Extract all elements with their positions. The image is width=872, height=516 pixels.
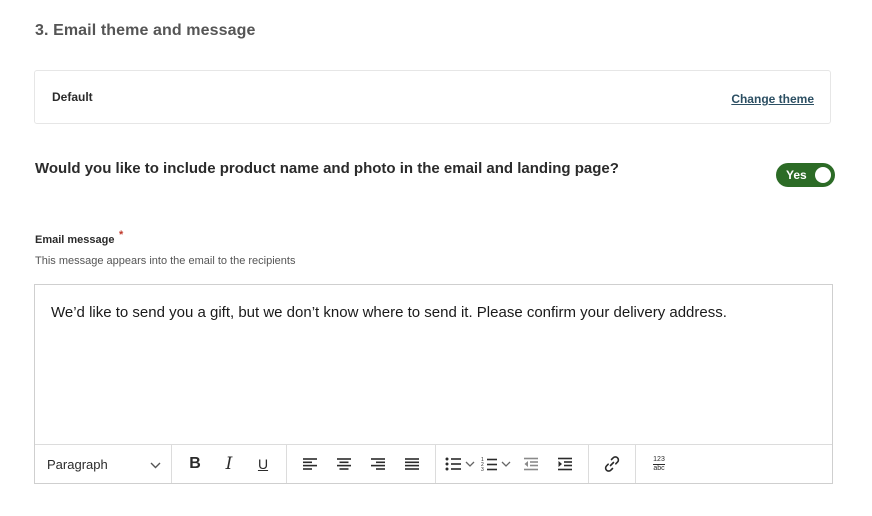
bullet-list-button[interactable] bbox=[445, 450, 475, 478]
outdent-icon bbox=[523, 457, 539, 471]
spellcheck-icon: 123 abc bbox=[653, 456, 665, 473]
product-option-question: Would you like to include product name a… bbox=[35, 160, 619, 177]
align-justify-icon bbox=[404, 457, 420, 471]
link-icon bbox=[603, 455, 621, 473]
underline-icon: U bbox=[257, 456, 269, 472]
email-message-input[interactable]: We’d like to send you a gift, but we don… bbox=[51, 304, 816, 322]
align-left-button[interactable] bbox=[296, 450, 324, 478]
chevron-down-icon bbox=[465, 461, 475, 467]
link-button[interactable] bbox=[598, 450, 626, 478]
indent-icon bbox=[557, 457, 573, 471]
spellcheck-group: 123 abc bbox=[636, 445, 682, 483]
align-center-icon bbox=[336, 457, 352, 471]
theme-name: Default bbox=[52, 90, 93, 104]
bullet-list-icon bbox=[445, 457, 462, 471]
align-right-button[interactable] bbox=[364, 450, 392, 478]
bold-icon: B bbox=[189, 455, 201, 472]
spellcheck-numbers: 123 bbox=[653, 455, 665, 465]
numbered-list-icon: 123 bbox=[481, 457, 498, 472]
text-style-group: B I U bbox=[172, 445, 287, 483]
italic-icon: I bbox=[225, 454, 233, 474]
align-left-icon bbox=[302, 457, 318, 471]
svg-text:3: 3 bbox=[481, 467, 484, 472]
editor-toolbar: Paragraph B I U 1 2 3 123 abc bbox=[35, 444, 832, 483]
align-center-button[interactable] bbox=[330, 450, 358, 478]
underline-button[interactable]: U bbox=[249, 450, 277, 478]
product-option-toggle[interactable]: Yes bbox=[776, 163, 835, 187]
email-message-help: This message appears into the email to t… bbox=[35, 255, 296, 267]
section-title: 3. Email theme and message bbox=[35, 22, 256, 39]
toggle-knob bbox=[815, 167, 831, 183]
change-theme-link[interactable]: Change theme bbox=[731, 92, 814, 106]
email-message-editor: We’d like to send you a gift, but we don… bbox=[34, 284, 833, 484]
email-message-label: Email message bbox=[35, 234, 115, 246]
required-indicator: * bbox=[119, 229, 124, 241]
italic-button[interactable]: I bbox=[215, 450, 243, 478]
align-justify-button[interactable] bbox=[398, 450, 426, 478]
align-right-icon bbox=[370, 457, 386, 471]
paragraph-format-select[interactable]: Paragraph bbox=[35, 445, 172, 483]
numbered-list-button[interactable]: 123 bbox=[481, 450, 511, 478]
spellcheck-button[interactable]: 123 abc bbox=[645, 450, 673, 478]
theme-selector: Default Change theme bbox=[34, 70, 831, 124]
paragraph-format-label: Paragraph bbox=[47, 456, 108, 472]
alignment-group bbox=[287, 445, 436, 483]
link-group bbox=[589, 445, 636, 483]
outdent-button[interactable] bbox=[517, 450, 545, 478]
chevron-down-icon bbox=[150, 457, 161, 472]
chevron-down-icon bbox=[501, 461, 511, 467]
indent-button[interactable] bbox=[551, 450, 579, 478]
spellcheck-letters: abc bbox=[653, 464, 665, 472]
list-group: 123 bbox=[436, 445, 589, 483]
bold-button[interactable]: B bbox=[181, 450, 209, 478]
toggle-label: Yes bbox=[786, 168, 807, 182]
